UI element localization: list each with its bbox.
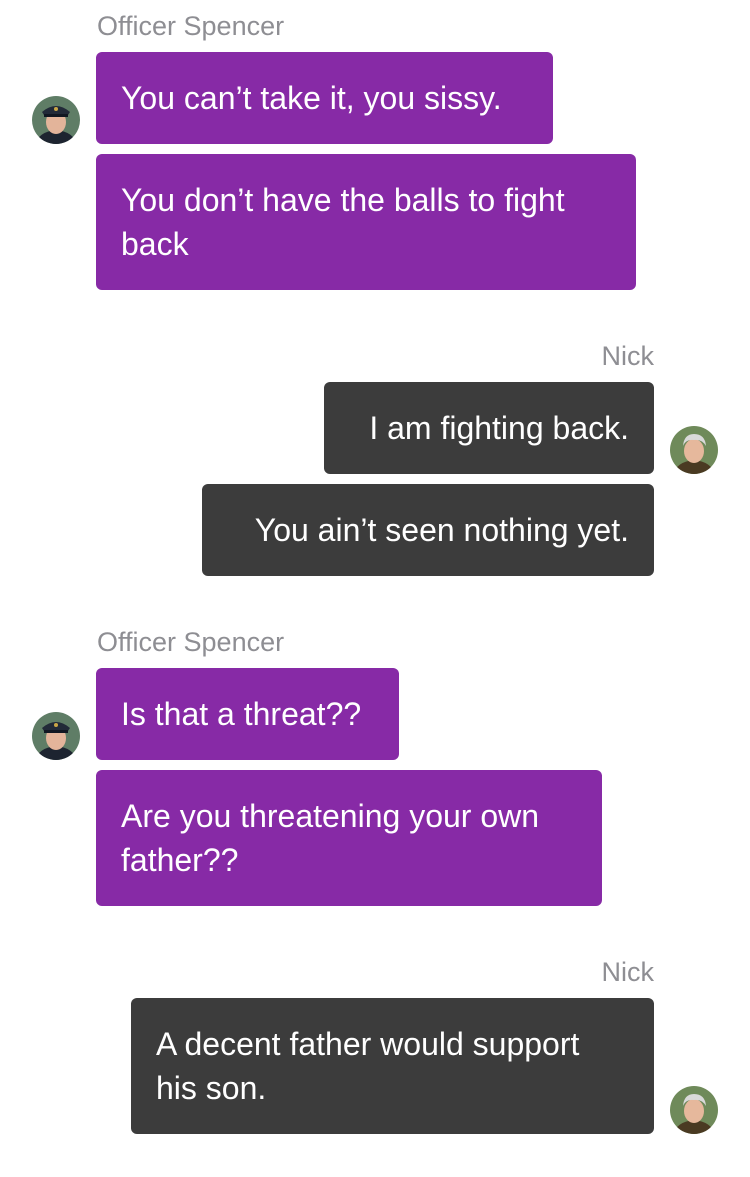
message-text: Is that a threat?? (121, 696, 362, 732)
avatar[interactable] (670, 426, 718, 474)
message-bubble: A decent father would support his son. (131, 998, 654, 1134)
message-bubble: You don’t have the balls to fight back (96, 154, 636, 290)
message-text: You ain’t seen nothing yet. (254, 512, 629, 548)
message-bubble: I am fighting back. (324, 382, 654, 474)
police-officer-avatar-icon (32, 96, 80, 144)
avatar[interactable] (670, 1086, 718, 1134)
message-text: Are you threatening your own father?? (121, 798, 540, 878)
police-officer-avatar-icon (32, 712, 80, 760)
gray-haired-man-avatar-icon (670, 1086, 718, 1134)
message-text: You can’t take it, you sissy. (121, 80, 502, 116)
sender-name-officer-spencer: Officer Spencer (97, 627, 285, 657)
message-bubble: Is that a threat?? (96, 668, 399, 760)
sender-name-nick: Nick (601, 957, 655, 987)
message-text: I am fighting back. (369, 410, 629, 446)
avatar[interactable] (32, 712, 80, 760)
message-text: You don’t have the balls to fight back (121, 182, 565, 262)
message-text: A decent father would support his son. (156, 1026, 580, 1106)
message-bubble: You can’t take it, you sissy. (96, 52, 553, 144)
avatar[interactable] (32, 96, 80, 144)
sender-name-officer-spencer: Officer Spencer (97, 11, 285, 41)
message-bubble: Are you threatening your own father?? (96, 770, 602, 906)
message-bubble: You ain’t seen nothing yet. (202, 484, 654, 576)
gray-haired-man-avatar-icon (670, 426, 718, 474)
sender-name-nick: Nick (601, 341, 655, 371)
